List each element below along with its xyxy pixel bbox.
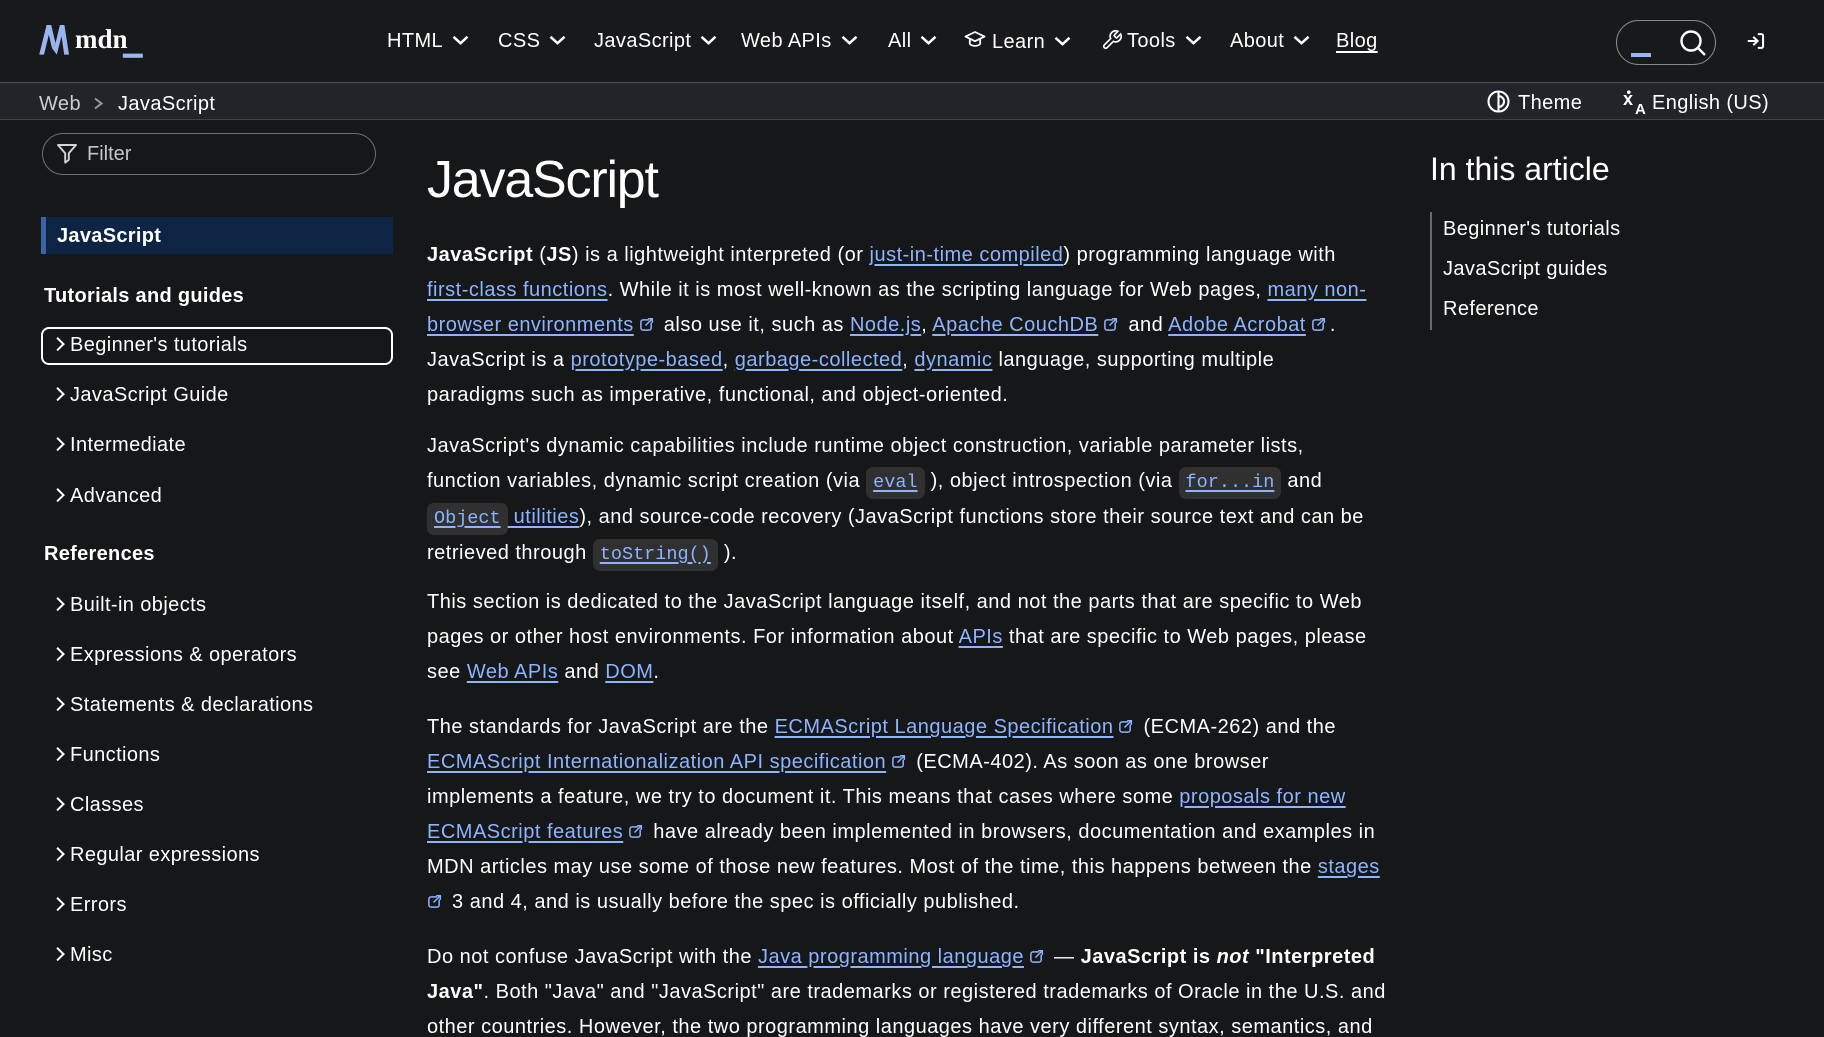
svg-text:mdn: mdn [75,24,128,54]
svg-text:A: A [1635,101,1646,116]
